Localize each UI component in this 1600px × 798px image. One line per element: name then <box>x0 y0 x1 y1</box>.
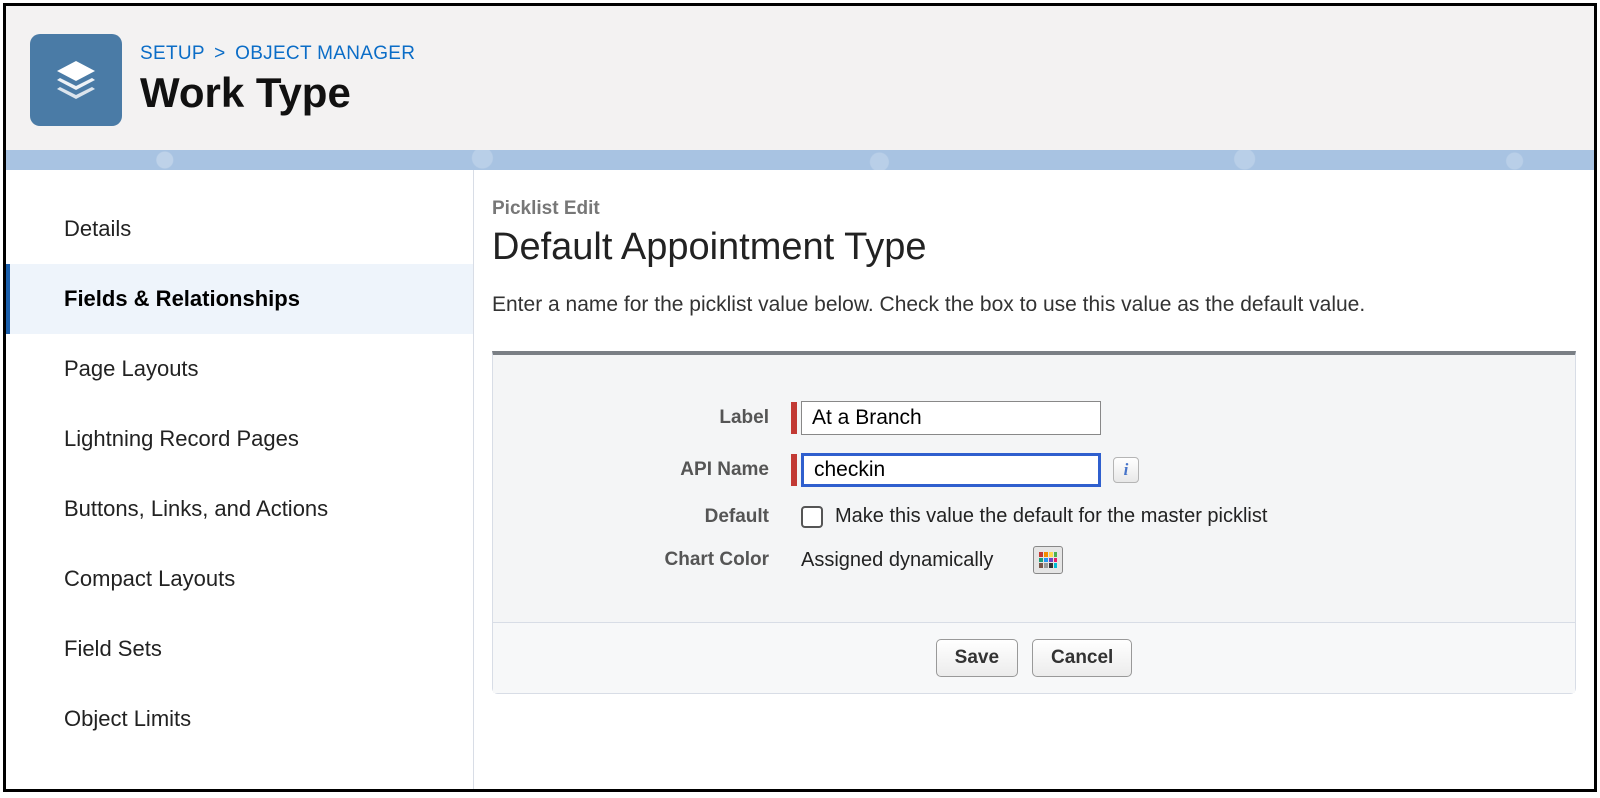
breadcrumb-object-manager-link[interactable]: OBJECT MANAGER <box>235 43 415 64</box>
sidebar-item-compact-layouts[interactable]: Compact Layouts <box>6 544 473 614</box>
sidebar-item-label: Page Layouts <box>64 356 199 381</box>
decorative-divider <box>6 150 1594 170</box>
breadcrumb-separator: > <box>214 43 225 64</box>
save-button[interactable]: Save <box>936 639 1018 677</box>
sidebar-item-fields-relationships[interactable]: Fields & Relationships <box>6 264 473 334</box>
intro-text: Enter a name for the picklist value belo… <box>492 293 1576 317</box>
subheading: Picklist Edit <box>492 198 1576 220</box>
sidebar-item-field-sets[interactable]: Field Sets <box>6 614 473 684</box>
info-icon[interactable]: i <box>1113 457 1139 483</box>
cancel-button[interactable]: Cancel <box>1032 639 1132 677</box>
main-title: Default Appointment Type <box>492 226 1576 269</box>
chart-color-value: Assigned dynamically <box>801 549 993 572</box>
default-checkbox[interactable] <box>801 506 823 528</box>
page-header: SETUP > OBJECT MANAGER Work Type <box>6 6 1594 150</box>
layers-icon <box>51 55 101 105</box>
sidebar: Details Fields & Relationships Page Layo… <box>6 170 474 789</box>
sidebar-item-page-layouts[interactable]: Page Layouts <box>6 334 473 404</box>
form-row-default: Default Make this value the default for … <box>523 505 1545 528</box>
label-input[interactable] <box>801 401 1101 435</box>
breadcrumb-setup-link[interactable]: SETUP <box>140 43 205 64</box>
required-indicator <box>791 402 797 434</box>
sidebar-item-label: Buttons, Links, and Actions <box>64 496 328 521</box>
sidebar-item-label: Field Sets <box>64 636 162 661</box>
form-row-chart-color: Chart Color Assigned dynamically <box>523 546 1545 574</box>
chart-color-field-label: Chart Color <box>523 549 791 571</box>
breadcrumb: SETUP > OBJECT MANAGER <box>140 43 415 65</box>
label-field-label: Label <box>523 407 791 429</box>
api-name-input[interactable] <box>801 453 1101 487</box>
form-row-label: Label <box>523 401 1545 435</box>
object-icon <box>30 34 122 126</box>
form-panel: Label API Name i Default <box>492 351 1576 694</box>
form-row-api-name: API Name i <box>523 453 1545 487</box>
sidebar-item-lightning-record-pages[interactable]: Lightning Record Pages <box>6 404 473 474</box>
color-picker-button[interactable] <box>1033 546 1063 574</box>
sidebar-item-label: Compact Layouts <box>64 566 235 591</box>
sidebar-item-buttons-links-actions[interactable]: Buttons, Links, and Actions <box>6 474 473 544</box>
page-title: Work Type <box>140 69 415 117</box>
sidebar-item-details[interactable]: Details <box>6 194 473 264</box>
sidebar-item-label: Lightning Record Pages <box>64 426 299 451</box>
sidebar-item-label: Details <box>64 216 131 241</box>
form-footer: Save Cancel <box>493 622 1575 693</box>
default-field-label: Default <box>523 506 791 528</box>
color-grid-icon <box>1039 552 1057 568</box>
sidebar-item-object-limits[interactable]: Object Limits <box>6 684 473 754</box>
main-content: Picklist Edit Default Appointment Type E… <box>474 170 1594 789</box>
required-indicator <box>791 454 797 486</box>
sidebar-item-label: Fields & Relationships <box>64 286 300 311</box>
api-name-field-label: API Name <box>523 459 791 481</box>
sidebar-item-label: Object Limits <box>64 706 191 731</box>
default-checkbox-label: Make this value the default for the mast… <box>835 505 1267 528</box>
